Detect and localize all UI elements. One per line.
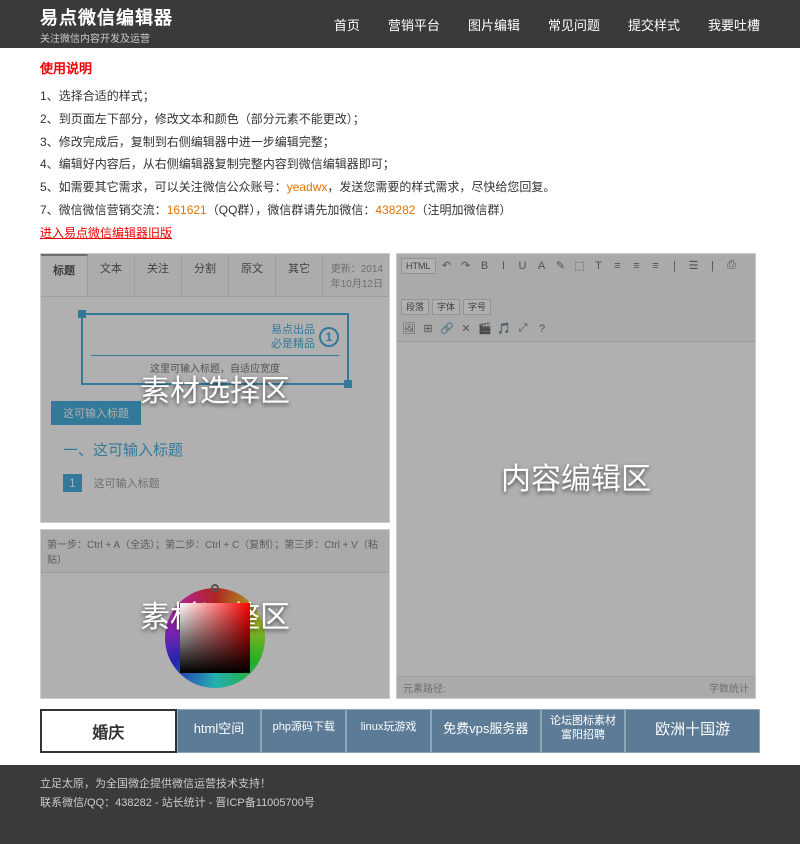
qq-group: 161621 — [167, 203, 207, 217]
element-path-label: 元素路径: — [403, 680, 446, 695]
footer-line-1: 立足太原，为全国微企提供微信运营技术支持！ — [40, 775, 760, 795]
material-select-panel: 标题 文本 关注 分割 原文 其它 更新：2014年10月12日 易点出品 必是… — [40, 253, 390, 523]
html-mode-button[interactable]: HTML — [401, 258, 436, 274]
old-version-link[interactable]: 进入易点微信编辑器旧版 — [40, 226, 172, 240]
align-right-icon[interactable]: ≡ — [648, 258, 664, 274]
align-left-icon[interactable]: ≡ — [610, 258, 626, 274]
material-tabs: 标题 文本 关注 分割 原文 其它 更新：2014年10月12日 — [41, 254, 389, 297]
usage-section: 使用说明 1、选择合适的样式； 2、到页面左下部分，修改文本和颜色（部分元素不能… — [0, 48, 800, 253]
font-size-select[interactable]: 字号 — [463, 299, 491, 315]
link-stack[interactable]: 论坛图标素材 富阳招聘 — [541, 709, 626, 753]
material-body[interactable]: 易点出品 必是精品 1 这里可输入标题，自适应宽度 这可输入标题 一、这可输入标… — [41, 297, 389, 503]
color-picker[interactable] — [41, 573, 389, 699]
corner-icon — [344, 380, 352, 388]
saturation-box[interactable] — [180, 603, 250, 673]
copy-icon[interactable]: ⎙ — [724, 258, 740, 274]
footer-line-2: 联系微信/QQ：438282 - 站长统计 - 晋ICP备11005700号 — [40, 794, 760, 814]
nav-faq[interactable]: 常见问题 — [548, 15, 600, 34]
tab-text[interactable]: 文本 — [88, 254, 135, 296]
image-icon[interactable]: 🖼 — [401, 321, 417, 337]
wechat-account: yeadwx — [287, 180, 328, 194]
help-icon[interactable]: ? — [534, 321, 550, 337]
usage-title: 使用说明 — [40, 58, 760, 77]
material-sample-2[interactable]: 这可输入标题 — [51, 401, 141, 425]
link-fuyang-jobs[interactable]: 富阳招聘 — [546, 728, 621, 742]
tab-title[interactable]: 标题 — [41, 254, 88, 296]
link-php-source[interactable]: php源码下载 — [261, 709, 346, 753]
clear-format-icon[interactable]: ⬚ — [572, 258, 588, 274]
update-date: 更新：2014年10月12日 — [323, 254, 389, 296]
usage-item-2: 2、到页面左下部分，修改文本和颜色（部分元素不能更改）； — [40, 108, 760, 131]
logo-subtitle: 关注微信内容开发及运营 — [40, 30, 334, 45]
usage-item-3: 3、修改完成后，复制到右侧编辑器中进一步编辑完整； — [40, 131, 760, 154]
italic-icon[interactable]: I — [496, 258, 512, 274]
logo-area: 易点微信编辑器 关注微信内容开发及运营 — [40, 4, 334, 45]
content-editor-panel: HTML ↶ ↷ B I U A ✎ ⬚ T ≡ ≡ ≡ | ☰ | ⎙ 段落 … — [396, 253, 756, 699]
wechat-group: 438282 — [375, 203, 415, 217]
tab-other[interactable]: 其它 — [276, 254, 323, 296]
redo-icon[interactable]: ↷ — [458, 258, 474, 274]
nav-image-edit[interactable]: 图片编辑 — [468, 15, 520, 34]
list-ol-icon[interactable]: | — [705, 258, 721, 274]
bold-icon[interactable]: B — [477, 258, 493, 274]
editor-footer: 元素路径: 字数统计 — [397, 676, 755, 698]
link-wedding[interactable]: 婚庆 — [40, 709, 177, 753]
link-html-space[interactable]: html空间 — [177, 709, 262, 753]
undo-icon[interactable]: ↶ — [439, 258, 455, 274]
nav-submit-style[interactable]: 提交样式 — [628, 15, 680, 34]
align-justify-icon[interactable]: | — [667, 258, 683, 274]
link-europe-tour[interactable]: 欧洲十国游 — [625, 709, 760, 753]
paste-icon[interactable] — [401, 277, 417, 293]
highlight-icon[interactable]: ✎ — [553, 258, 569, 274]
link-linux-game[interactable]: linux玩游戏 — [346, 709, 431, 753]
tab-follow[interactable]: 关注 — [135, 254, 182, 296]
link-icon[interactable]: 🔗 — [439, 321, 455, 337]
usage-item-5: 5、如需要其它需求，可以关注微信公众账号：yeadwx，发送您需要的样式需求，尽… — [40, 176, 760, 199]
link-free-vps[interactable]: 免费vps服务器 — [431, 709, 541, 753]
audio-icon[interactable]: 🎵 — [496, 321, 512, 337]
nav-feedback[interactable]: 我要吐槽 — [708, 15, 760, 34]
bottom-links: 婚庆 html空间 php源码下载 linux玩游戏 免费vps服务器 论坛图标… — [40, 709, 760, 753]
font-color-icon[interactable]: A — [534, 258, 550, 274]
material-sample-3[interactable]: 一、这可输入标题 — [51, 431, 379, 468]
fullscreen-icon[interactable]: ⤢ — [515, 321, 531, 337]
usage-item-7: 7、微信微信营销交流：161621（QQ群），微信群请先加微信：438282（注… — [40, 199, 760, 222]
underline-icon[interactable]: U — [515, 258, 531, 274]
unlink-icon[interactable]: ✕ — [458, 321, 474, 337]
material-sample-4[interactable]: 这可输入标题 — [94, 478, 160, 490]
word-count-label[interactable]: 字数统计 — [709, 680, 749, 695]
table-icon[interactable]: ⊞ — [420, 321, 436, 337]
align-center-icon[interactable]: ≡ — [629, 258, 645, 274]
nav-home[interactable]: 首页 — [334, 15, 360, 34]
material-sample-1[interactable]: 易点出品 必是精品 1 这里可输入标题，自适应宽度 — [81, 313, 349, 386]
hue-indicator-icon[interactable] — [211, 584, 219, 592]
corner-icon — [78, 310, 86, 318]
tab-divider[interactable]: 分割 — [182, 254, 229, 296]
panels-grid: 标题 文本 关注 分割 原文 其它 更新：2014年10月12日 易点出品 必是… — [0, 253, 800, 699]
list-ul-icon[interactable]: ☰ — [686, 258, 702, 274]
usage-item-1: 1、选择合适的样式； — [40, 85, 760, 108]
text-icon[interactable]: T — [591, 258, 607, 274]
main-nav: 首页 营销平台 图片编辑 常见问题 提交样式 我要吐槽 — [334, 15, 760, 34]
link-forum-icons[interactable]: 论坛图标素材 — [546, 714, 621, 728]
usage-item-4: 4、编辑好内容后，从右侧编辑器复制完整内容到微信编辑器即可； — [40, 153, 760, 176]
page-footer: 立足太原，为全国微企提供微信运营技术支持！ 联系微信/QQ：438282 - 站… — [0, 765, 800, 844]
editor-canvas[interactable] — [397, 342, 755, 699]
editor-toolbar: HTML ↶ ↷ B I U A ✎ ⬚ T ≡ ≡ ≡ | ☰ | ⎙ 段落 … — [397, 254, 755, 342]
font-family-select[interactable]: 字体 — [432, 299, 460, 315]
top-header: 易点微信编辑器 关注微信内容开发及运营 首页 营销平台 图片编辑 常见问题 提交… — [0, 0, 800, 48]
material-adjust-panel: 第一步：Ctrl + A（全选）；第二步：Ctrl + C（复制）；第三步：Ct… — [40, 529, 390, 699]
usage-list: 1、选择合适的样式； 2、到页面左下部分，修改文本和颜色（部分元素不能更改）； … — [40, 85, 760, 245]
logo-title: 易点微信编辑器 — [40, 4, 334, 30]
video-icon[interactable]: 🎬 — [477, 321, 493, 337]
nav-marketing[interactable]: 营销平台 — [388, 15, 440, 34]
sample-subtitle: 这里可输入标题，自适应宽度 — [91, 355, 339, 375]
number-box-icon: 1 — [63, 474, 82, 492]
tab-original[interactable]: 原文 — [229, 254, 276, 296]
copy-steps: 第一步：Ctrl + A（全选）；第二步：Ctrl + C（复制）；第三步：Ct… — [41, 530, 389, 573]
paragraph-select[interactable]: 段落 — [401, 299, 429, 315]
circle-number-icon: 1 — [319, 327, 339, 347]
sample-head: 易点出品 必是精品 1 — [91, 323, 339, 352]
